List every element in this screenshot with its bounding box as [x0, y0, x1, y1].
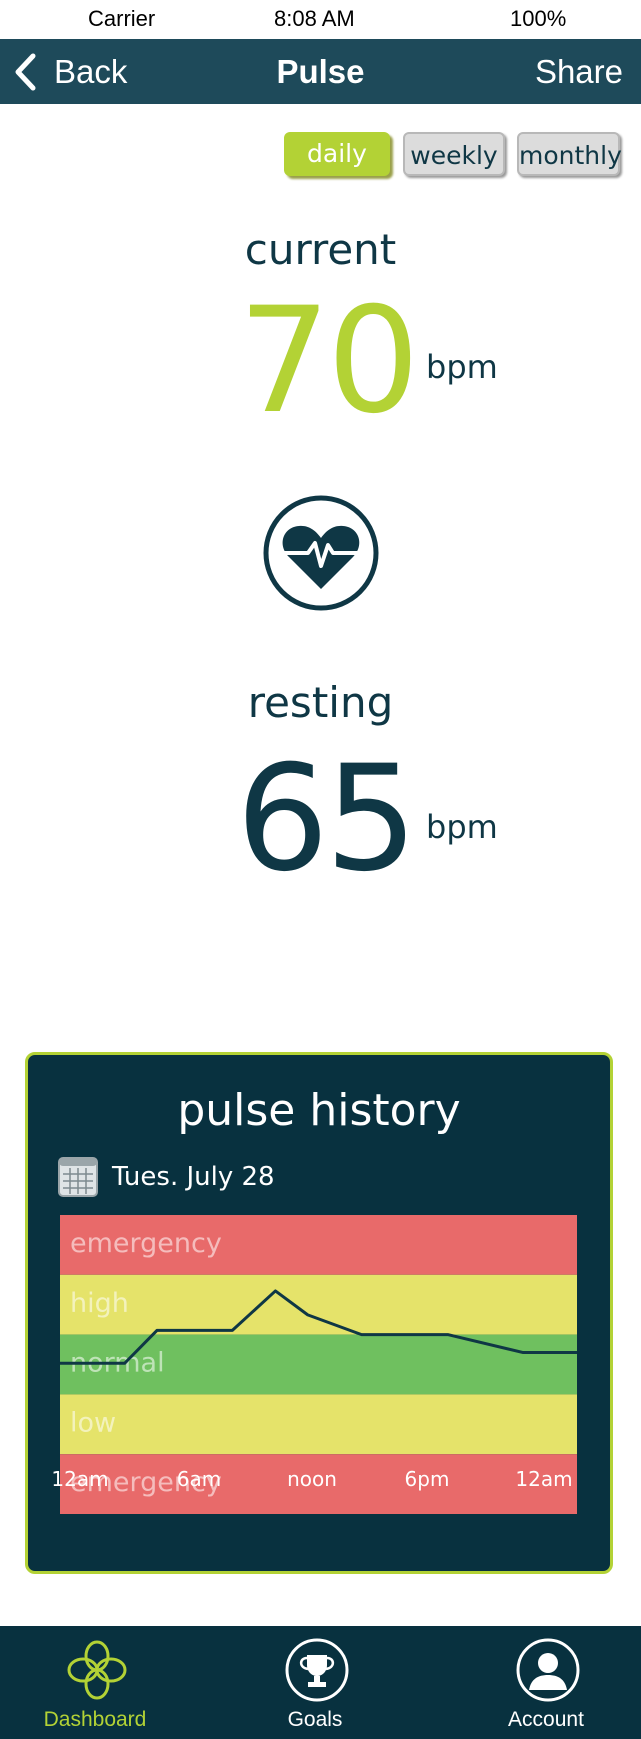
- tab-goals[interactable]: Goals: [240, 1626, 390, 1739]
- tab-daily[interactable]: daily: [284, 132, 390, 176]
- date-picker[interactable]: Tues. July 28: [58, 1157, 275, 1197]
- calendar-icon: [58, 1157, 98, 1197]
- chevron-left-icon: [15, 53, 36, 90]
- history-date: Tues. July 28: [112, 1162, 275, 1192]
- tab-dashboard-label: Dashboard: [43, 1708, 147, 1731]
- tab-bar: Dashboard Goals Account: [0, 1626, 641, 1739]
- resting-label: resting: [247, 678, 394, 727]
- status-bar: Carrier 8:08 AM 100%: [0, 0, 641, 39]
- band-high: [60, 1274, 577, 1335]
- tab-monthly[interactable]: monthly: [517, 132, 622, 176]
- battery-label: 100%: [510, 6, 567, 31]
- current-pulse-value: 70: [238, 276, 420, 446]
- user-icon: [516, 1638, 580, 1702]
- resting-unit: bpm: [426, 808, 498, 846]
- band-label: low: [70, 1407, 116, 1438]
- tab-dashboard[interactable]: Dashboard: [20, 1626, 170, 1739]
- tab-weekly[interactable]: weekly: [403, 132, 505, 176]
- back-label: Back: [54, 52, 128, 90]
- tab-account-label: Account: [508, 1708, 584, 1731]
- carrier-label: Carrier: [88, 6, 156, 31]
- back-button[interactable]: Back: [14, 39, 127, 104]
- share-button[interactable]: Share: [535, 39, 623, 104]
- current-unit: bpm: [426, 348, 498, 386]
- band-label: high: [70, 1288, 129, 1319]
- band-label: emergency: [70, 1228, 222, 1259]
- band-low: [60, 1394, 577, 1455]
- x-tick: 6am: [176, 1467, 222, 1491]
- heart-pulse-icon: [263, 495, 379, 611]
- tab-account[interactable]: Account: [471, 1626, 621, 1739]
- x-tick: 12am: [515, 1467, 573, 1491]
- trophy-icon: [285, 1638, 349, 1702]
- x-tick: noon: [287, 1467, 337, 1491]
- tab-goals-label: Goals: [287, 1708, 343, 1731]
- pulse-history-card: pulse history Tues. July 28 emergency hig…: [25, 1052, 613, 1574]
- x-tick: 6pm: [404, 1467, 450, 1491]
- card-title: pulse history: [177, 1085, 461, 1136]
- navigation-bar: Back Pulse Share: [0, 39, 641, 104]
- dashboard-icon: [67, 1640, 127, 1700]
- x-tick: 12am: [51, 1467, 109, 1491]
- clock: 8:08 AM: [274, 6, 355, 31]
- current-label: current: [244, 225, 397, 274]
- resting-pulse-value: 65: [236, 734, 418, 904]
